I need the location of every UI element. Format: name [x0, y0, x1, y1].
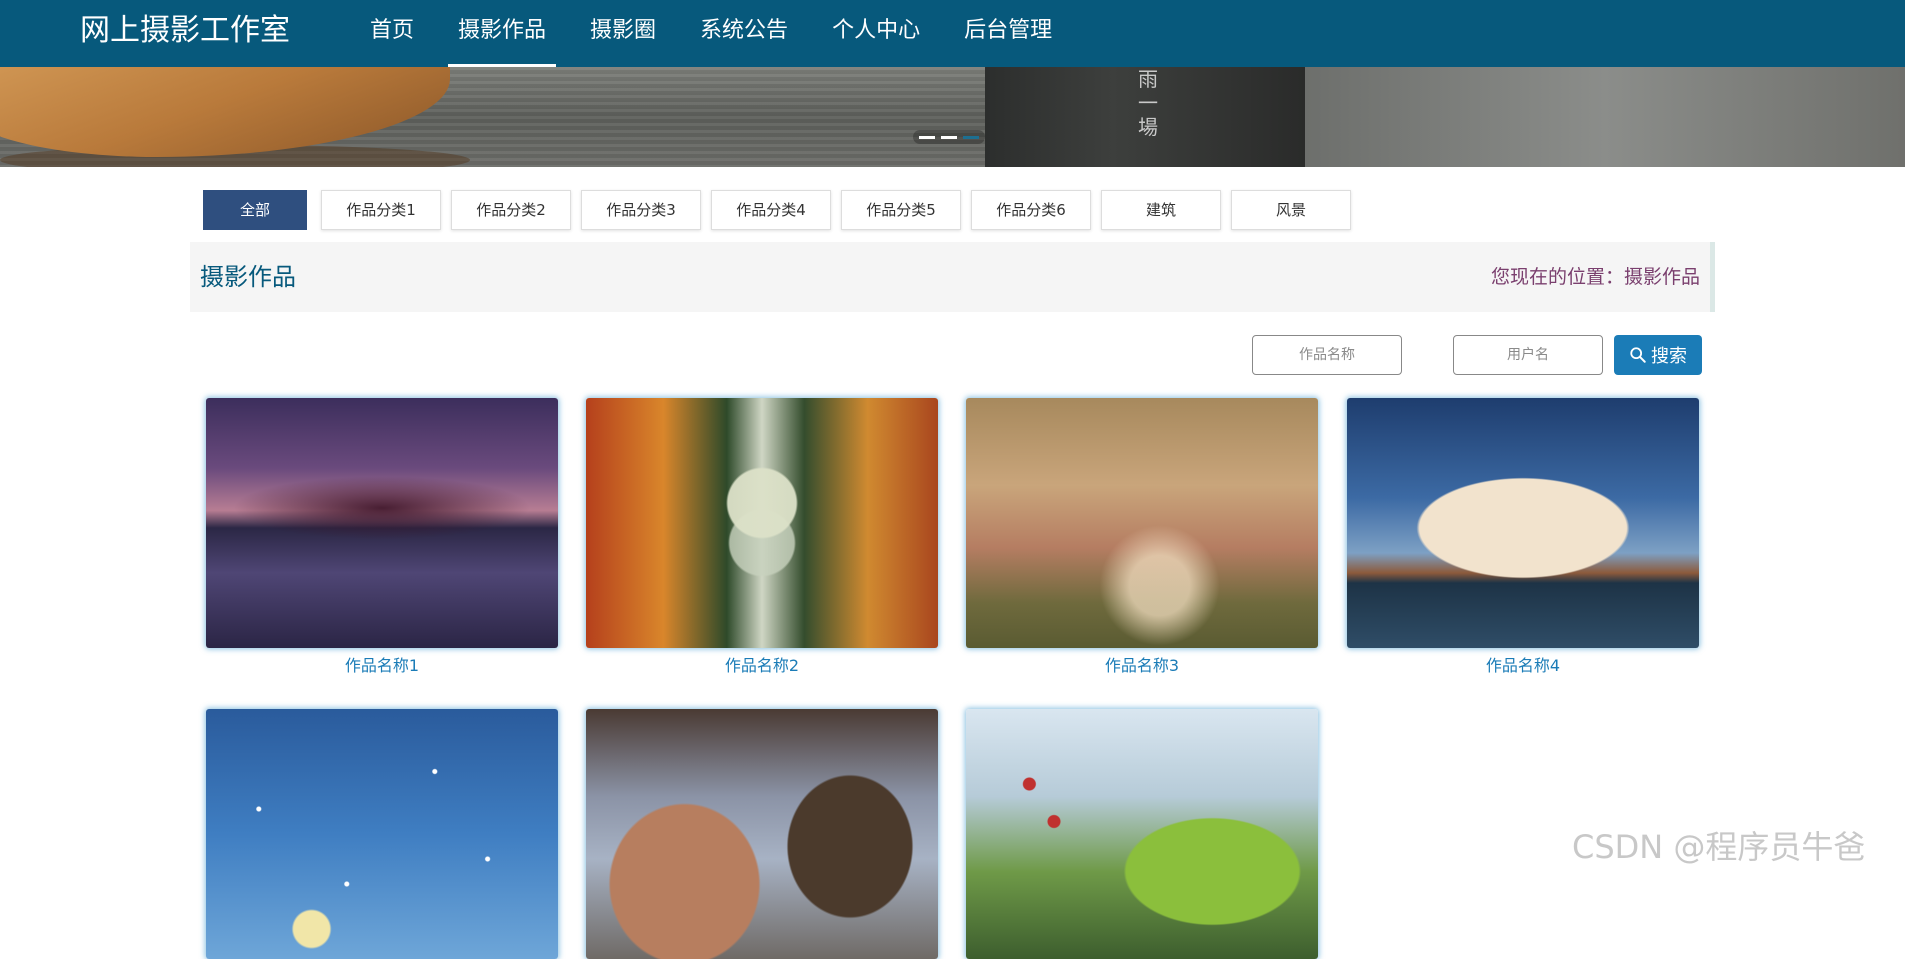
category-all[interactable]: 全部	[203, 190, 307, 230]
work-name-input[interactable]	[1252, 335, 1402, 375]
banner-carousel[interactable]: 雨一場	[0, 67, 1905, 167]
work-title[interactable]: 作品名称3	[966, 656, 1318, 676]
main-nav: 首页 摄影作品 摄影圈 系统公告 个人中心 后台管理	[360, 0, 1086, 67]
work-photo[interactable]	[206, 398, 558, 648]
section-header: 摄影作品 您现在的位置：摄影作品	[190, 242, 1715, 312]
nav-announcements[interactable]: 系统公告	[690, 0, 798, 67]
nav-home[interactable]: 首页	[360, 0, 424, 67]
work-card[interactable]	[206, 709, 558, 959]
category-2[interactable]: 作品分类2	[451, 190, 571, 230]
category-4[interactable]: 作品分类4	[711, 190, 831, 230]
nav-works[interactable]: 摄影作品	[448, 0, 557, 67]
work-card[interactable]: 作品名称2	[586, 398, 938, 675]
nav-admin[interactable]: 后台管理	[954, 0, 1062, 67]
page-title: 摄影作品	[200, 263, 296, 291]
work-photo[interactable]	[586, 398, 938, 648]
category-architecture[interactable]: 建筑	[1101, 190, 1221, 230]
search-icon	[1630, 347, 1646, 363]
work-title[interactable]: 作品名称4	[1347, 656, 1699, 676]
site-logo[interactable]: 网上摄影工作室	[80, 13, 290, 49]
work-photo[interactable]	[966, 709, 1318, 959]
nav-profile[interactable]: 个人中心	[822, 0, 930, 67]
carousel-indicators	[913, 130, 985, 144]
work-card[interactable]: 作品名称3	[966, 398, 1318, 675]
banner-sign-text: 雨一場	[1138, 67, 1158, 139]
work-card[interactable]	[966, 709, 1318, 959]
breadcrumb: 您现在的位置：摄影作品	[1490, 266, 1700, 288]
category-tabs: 全部 作品分类1 作品分类2 作品分类3 作品分类4 作品分类5 作品分类6 建…	[203, 190, 1361, 230]
carousel-dot-3[interactable]	[963, 135, 979, 139]
category-landscape[interactable]: 风景	[1231, 190, 1351, 230]
search-button-label: 搜索	[1651, 346, 1687, 367]
work-title[interactable]: 作品名称2	[586, 656, 938, 676]
top-navbar: 网上摄影工作室 首页 摄影作品 摄影圈 系统公告 个人中心 后台管理	[0, 0, 1905, 67]
carousel-dot-2[interactable]	[941, 135, 957, 139]
carousel-dot-1[interactable]	[919, 135, 935, 139]
work-card[interactable]	[586, 709, 938, 959]
category-6[interactable]: 作品分类6	[971, 190, 1091, 230]
work-photo[interactable]	[966, 398, 1318, 648]
work-photo[interactable]	[586, 709, 938, 959]
category-5[interactable]: 作品分类5	[841, 190, 961, 230]
search-button[interactable]: 搜索	[1614, 335, 1702, 375]
banner-reflection	[1305, 67, 1905, 167]
work-photo[interactable]	[1347, 398, 1699, 648]
username-input[interactable]	[1453, 335, 1603, 375]
category-1[interactable]: 作品分类1	[321, 190, 441, 230]
nav-circle[interactable]: 摄影圈	[580, 0, 666, 67]
work-photo[interactable]	[206, 709, 558, 959]
work-title[interactable]: 作品名称1	[206, 656, 558, 676]
work-card[interactable]: 作品名称4	[1347, 398, 1699, 675]
category-3[interactable]: 作品分类3	[581, 190, 701, 230]
work-card[interactable]: 作品名称1	[206, 398, 558, 675]
watermark: CSDN @程序员牛爸	[1572, 828, 1866, 866]
